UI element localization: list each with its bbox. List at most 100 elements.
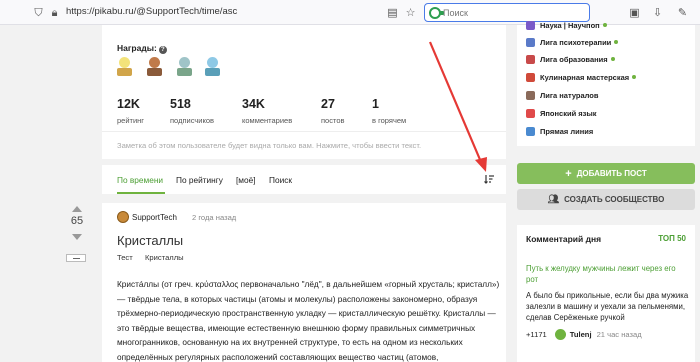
community-item[interactable]: Прямая линия xyxy=(526,125,593,137)
active-tab-indicator xyxy=(117,192,165,194)
award-icon xyxy=(207,57,218,68)
extension-icon[interactable]: ▣ xyxy=(628,6,641,19)
collapse-post-button[interactable] xyxy=(66,254,86,262)
bookmark-star-icon[interactable]: ☆ xyxy=(404,6,417,19)
downloads-icon[interactable]: ⇩ xyxy=(651,6,664,19)
awards-label: Награды: xyxy=(117,43,157,53)
profile-stat: 27 постов xyxy=(321,97,345,125)
award-base xyxy=(117,68,132,76)
online-indicator xyxy=(602,23,607,27)
community-item[interactable]: Японский язык xyxy=(526,107,597,119)
lock-icon[interactable]: 🔒︎ xyxy=(48,6,61,19)
community-label: Лига психотерапии xyxy=(540,37,612,47)
stat-value: 27 xyxy=(321,97,335,111)
awards-heading: Награды:? xyxy=(117,43,167,54)
post-tag[interactable]: Тест xyxy=(117,253,133,262)
stat-value: 34K xyxy=(242,97,265,111)
post-body: Кристáллы (от греч. κρύσταλλος первонача… xyxy=(117,280,500,362)
author-avatar[interactable] xyxy=(117,211,129,223)
comment-rating: +1171 xyxy=(526,330,547,339)
community-item[interactable]: Лига образования xyxy=(526,53,615,65)
tab-by-time[interactable]: По времени xyxy=(117,175,163,185)
tab-by-rating[interactable]: По рейтингу xyxy=(176,175,223,185)
profile-stat: 518 подписчиков xyxy=(170,97,214,125)
online-indicator xyxy=(614,40,619,44)
stat-value: 518 xyxy=(170,97,191,111)
post-time: 2 года назад xyxy=(192,213,237,222)
profile-stat: 34K комментариев xyxy=(242,97,292,125)
communities-list: Наука | Научпоп Лига психотерапии Лига обр… xyxy=(517,20,695,146)
vote-count: 65 xyxy=(70,215,84,227)
post-author[interactable]: SupportTech xyxy=(132,213,177,222)
community-item[interactable]: Лига психотерапии xyxy=(526,36,619,48)
award-icon xyxy=(119,57,130,68)
award-icon xyxy=(179,57,190,68)
award-badge[interactable] xyxy=(176,57,193,77)
commenter-name[interactable]: Tulenj xyxy=(570,330,592,339)
plus-icon: + xyxy=(565,167,572,180)
profile-stat: 12K рейтинг xyxy=(117,97,144,125)
community-add-icon: 👥︎ xyxy=(547,194,560,204)
community-label: Прямая линия xyxy=(540,126,594,136)
sort-tabs: По времени По рейтингу [моё] Поиск xyxy=(102,165,506,194)
tools-icon[interactable]: ✎ xyxy=(676,6,689,19)
tab-search[interactable]: Поиск xyxy=(269,175,292,185)
award-badge[interactable] xyxy=(204,57,221,77)
downvote-arrow-icon[interactable] xyxy=(72,234,82,240)
online-indicator xyxy=(610,57,615,61)
post-card: SupportTech 2 года назад Кристаллы Тест … xyxy=(102,203,506,362)
community-icon xyxy=(526,72,535,82)
comment-of-day-title: Комментарий дня xyxy=(526,234,602,244)
comment-post-link[interactable]: Путь к желудку мужчины лежит через его р… xyxy=(526,263,686,285)
community-icon xyxy=(526,108,535,118)
post-tag[interactable]: Кристаллы xyxy=(145,253,184,262)
community-label: Кулинарная мастерская xyxy=(540,72,630,82)
award-base xyxy=(177,68,192,76)
community-icon xyxy=(526,126,535,136)
help-icon[interactable]: ? xyxy=(158,46,167,54)
add-post-label: ДОБАВИТЬ ПОСТ xyxy=(576,169,647,178)
community-icon xyxy=(526,37,535,47)
community-icon xyxy=(526,54,535,64)
post-title[interactable]: Кристаллы xyxy=(117,233,183,248)
comment-of-day: Комментарий дня ТОП 50 Путь к желудку му… xyxy=(517,225,695,362)
community-label: Лига образования xyxy=(540,54,608,64)
upvote-arrow-icon[interactable] xyxy=(72,206,82,212)
award-icon xyxy=(149,57,160,68)
community-icon xyxy=(526,90,535,100)
profile-stat: 1 в горячем xyxy=(372,97,406,125)
award-base xyxy=(147,68,162,76)
create-community-button[interactable]: 👥︎ СОЗДАТЬ СООБЩЕСТВО xyxy=(517,189,695,210)
community-item[interactable]: Наука | Научпоп xyxy=(526,19,607,31)
url-bar[interactable]: https://pikabu.ru/@SupportTech/time/asc xyxy=(66,6,237,17)
stat-value: 12K xyxy=(117,97,140,111)
reader-view-icon[interactable]: ▤ xyxy=(386,6,399,19)
community-icon xyxy=(526,20,535,30)
shield-icon[interactable]: ⛉ xyxy=(32,6,45,19)
stat-value: 1 xyxy=(372,97,379,111)
online-indicator xyxy=(632,75,637,79)
user-note[interactable]: Заметка об этом пользователе будет видна… xyxy=(102,131,506,159)
community-label: Лига натуралов xyxy=(540,90,599,100)
award-badge[interactable] xyxy=(116,57,133,77)
create-community-label: СОЗДАТЬ СООБЩЕСТВО xyxy=(564,195,665,204)
community-label: Наука | Научпоп xyxy=(540,20,600,30)
sort-order-icon[interactable] xyxy=(484,174,494,184)
award-base xyxy=(205,68,220,76)
comment-time: 21 час назад xyxy=(596,330,642,339)
add-post-button[interactable]: + ДОБАВИТЬ ПОСТ xyxy=(517,163,695,184)
community-item[interactable]: Кулинарная мастерская xyxy=(526,71,637,83)
stat-label: в горячем xyxy=(372,116,407,125)
user-note-text[interactable]: Заметка об этом пользователе будет видна… xyxy=(117,141,421,150)
commenter-avatar[interactable] xyxy=(554,329,566,340)
stat-label: подписчиков xyxy=(170,116,214,125)
community-label: Японский язык xyxy=(540,108,597,118)
top50-link[interactable]: ТОП 50 xyxy=(658,234,686,243)
comment-meta: +1171 Tulenj 21 час назад xyxy=(526,329,642,340)
comment-text: А было бы прикольные, если бы два мужика… xyxy=(526,291,689,322)
search-input[interactable] xyxy=(443,6,583,19)
tab-mine[interactable]: [моё] xyxy=(236,175,256,185)
award-badge[interactable] xyxy=(146,57,163,77)
community-item[interactable]: Лига натуралов xyxy=(526,89,599,101)
stat-label: комментариев xyxy=(242,116,293,125)
